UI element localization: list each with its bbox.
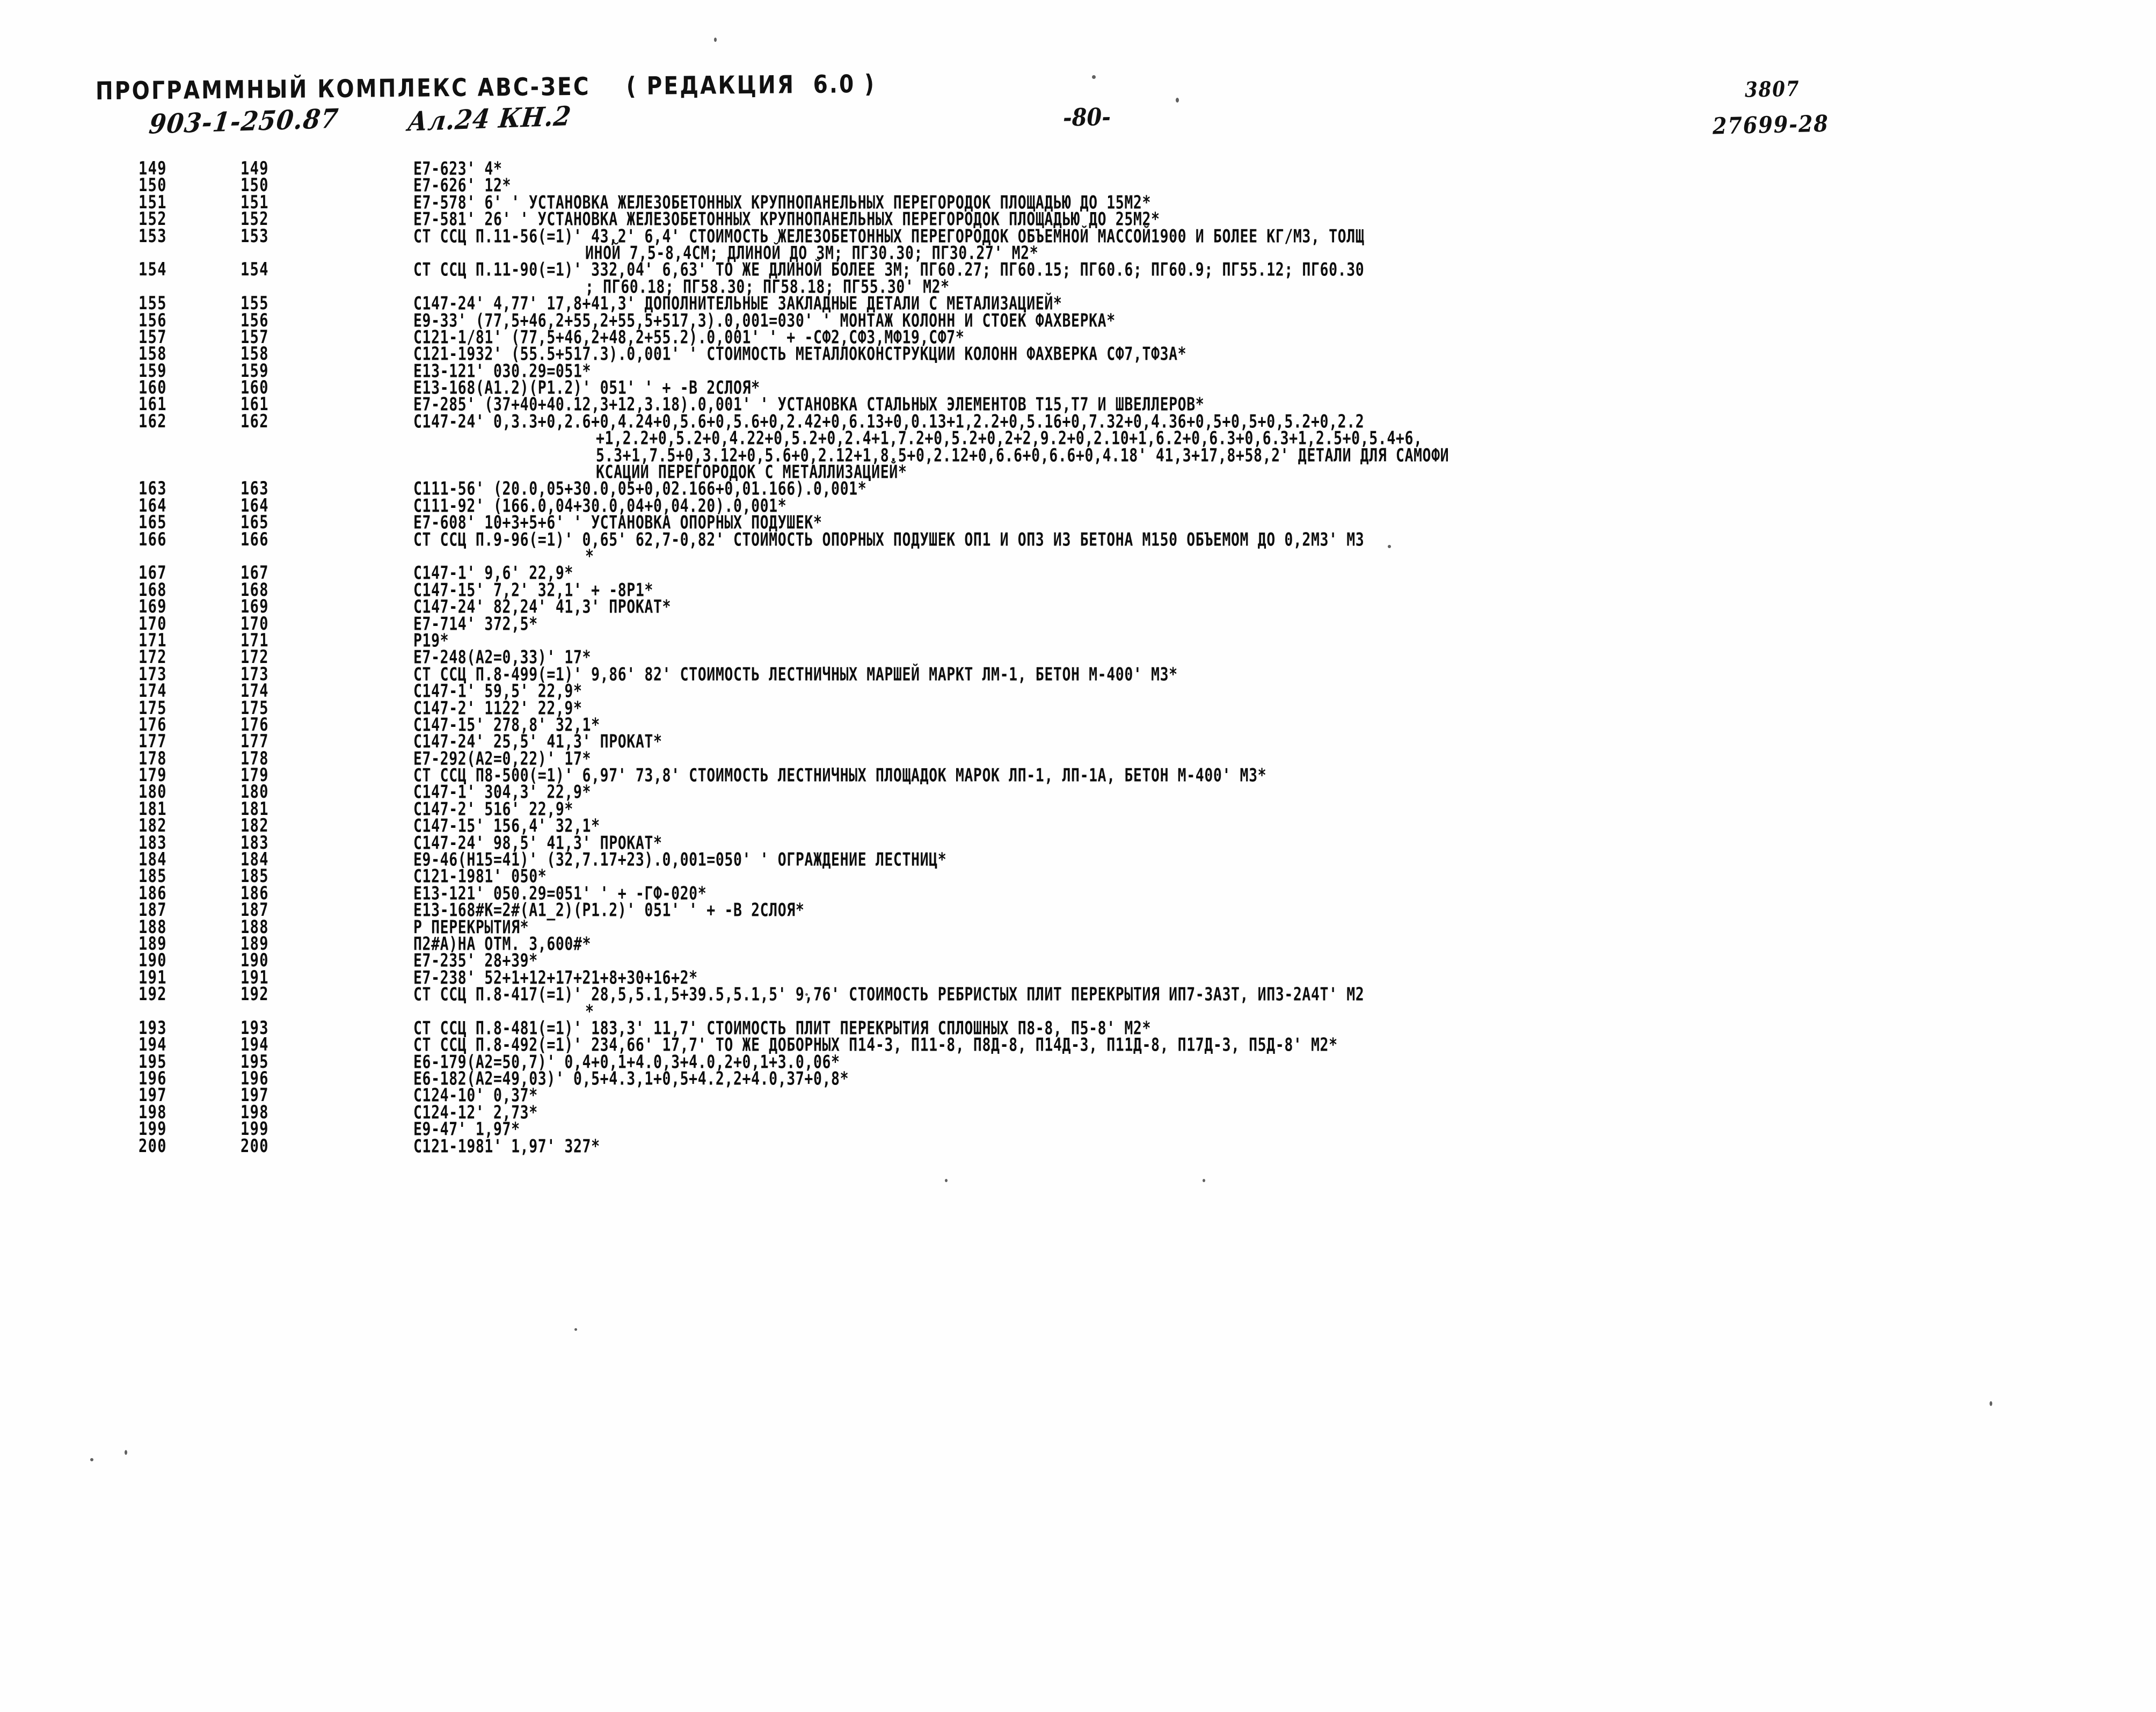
- listing-row: 180 180 C147-1' 304,3' 22,9*: [0, 782, 2156, 803]
- listing-row: 168 168 C147-15' 7,2' 32,1' + -8P1*: [0, 580, 2156, 601]
- project-code-handwritten: 903-1-250.87: [147, 103, 341, 140]
- listing-row: 187 187 E13-168#K=2#(A1_2)(P1.2)' 051' ' +…: [0, 900, 2156, 921]
- listing-row: 189 189 П2#А)НА ОТМ. 3,600#*: [0, 934, 2156, 955]
- listing-row: 155 155 C147-24' 4,77' 17,8+41,3' ДОПОЛНИТ…: [0, 293, 2156, 314]
- listing-row: 158 158 C121-1932' (55.5+517.3).0,001' ' С…: [0, 344, 2156, 365]
- listing-row: 170 170 E7-714' 372,5*: [0, 614, 2156, 635]
- scan-speck: [945, 1179, 948, 1182]
- page-number: -80-: [1062, 103, 1111, 132]
- scan-speck: [125, 1450, 127, 1455]
- listing-row: 186 186 E13-121' 050.29=051' ' + -ГФ-020*: [0, 883, 2156, 904]
- listing-row: 166 166 СТ ССЦ П.9-96(=1)' 0,65' 62,7-0,82…: [0, 529, 2156, 550]
- scan-speck: [1203, 1179, 1205, 1182]
- listing-row: 192 192 СТ ССЦ П.8-417(=1)' 28,5,5.1,5+39.…: [0, 984, 2156, 1005]
- scan-speck: [1092, 75, 1096, 79]
- listing-row: 173 173 СТ ССЦ П.8-499(=1)' 9,86' 82' СТОИ…: [0, 664, 2156, 685]
- listing-row: 195 195 E6-179(A2=50,7)' 0,4+0,1+4.0,3+4.0…: [0, 1052, 2156, 1073]
- line-number-left: 200: [139, 1135, 167, 1157]
- listing-row: 164 164 C111-92' (166.0,04+30.0,04+0,04.20…: [0, 496, 2156, 516]
- listing-row: 184 184 E9-46(H15=41)' (32,7.17+23).0,001=…: [0, 849, 2156, 870]
- listing-row: 200 200 C121-1981' 1,97' 327*: [0, 1136, 2156, 1157]
- listing-row: 178 178 E7-292(A2=0,22)' 17*: [0, 748, 2156, 769]
- listing-row: 165 165 E7-608' 10+3+5+6' ' УСТАНОВКА ОПОР…: [0, 512, 2156, 533]
- listing-row: 153 153 СТ ССЦ П.11-56(=1)' 43,2' 6,4' СТО…: [0, 226, 2156, 247]
- album-label-handwritten: Ал.24 КН.2: [406, 100, 573, 137]
- scan-speck: [714, 38, 717, 42]
- listing-row: 199 199 E9-47' 1,97*: [0, 1119, 2156, 1140]
- listing-row: 161 161 E7-285' (37+40+40.12,3+12,3.18).0,…: [0, 394, 2156, 415]
- listing-row: 150 150 E7-626' 12*: [0, 175, 2156, 196]
- listing-row: 151 151 E7-578' 6' ' УСТАНОВКА ЖЕЛЕЗОБЕТОН…: [0, 192, 2156, 213]
- archive-stamp-bottom: 27699-28: [1712, 110, 1830, 140]
- listing-row: 5.3+1,7.5+0,3.12+0,5.6+0,2.12+1,8.5+0,2.…: [0, 445, 2156, 466]
- listing-row: 167 167 C147-1' 9,6' 22,9*: [0, 563, 2156, 584]
- listing-row: 156 156 E9-33' (77,5+46,2+55,2+55,5+517,3)…: [0, 310, 2156, 331]
- scanned-page: ПРОГРАММНЫЙ КОМПЛЕКС АВС-ЗЕС ( РЕДАКЦИЯ …: [0, 0, 2156, 1712]
- listing-row: *: [0, 546, 2156, 567]
- archive-stamp-top: 3807: [1744, 76, 1800, 103]
- listing-row: 169 169 C147-24' 82,24' 41,3' ПРОКАТ*: [0, 596, 2156, 617]
- listing-row: 162 162 C147-24' 0,3.3+0,2.6+0,4.24+0,5.6+…: [0, 411, 2156, 432]
- scan-speck: [805, 993, 808, 996]
- listing-row: 190 190 E7-235' 28+39*: [0, 950, 2156, 971]
- listing-row: 154 154 СТ ССЦ П.11-90(=1)' 332,04' 6,63' …: [0, 259, 2156, 280]
- listing-row: 198 198 C124-12' 2,73*: [0, 1102, 2156, 1123]
- listing-row: 159 159 E13-121' 030.29=051*: [0, 361, 2156, 382]
- listing-row: 196 196 E6-182(A2=49,03)' 0,5+4.3,1+0,5+4.…: [0, 1068, 2156, 1089]
- listing-row: ; ПГ60.18; ПГ58.30; ПГ58.18; ПГ55.30' М2…: [0, 276, 2156, 297]
- line-number-right: 200: [241, 1135, 269, 1157]
- listing-row: 160 160 E13-168(A1.2)(P1.2)' 051' ' + -В 2…: [0, 377, 2156, 398]
- scan-speck: [1388, 545, 1391, 548]
- listing-row: +1,2.2+0,5.2+0,4.22+0,5.2+0,2.4+1,7.2+0,…: [0, 428, 2156, 449]
- listing-row: 185 185 C121-1981' 050*: [0, 866, 2156, 887]
- listing-row: 163 163 C111-56' (20.0,05+30.0,05+0,02.166…: [0, 478, 2156, 499]
- scan-speck: [90, 1458, 93, 1461]
- listing-row: 171 171 P19*: [0, 630, 2156, 651]
- listing-row: 175 175 C147-2' 1122' 22,9*: [0, 698, 2156, 719]
- listing-row: *: [0, 1001, 2156, 1022]
- listing-row: 181 181 C147-2' 516' 22,9*: [0, 799, 2156, 820]
- listing-row: 157 157 C121-1/81' (77,5+46,2+48,2+55.2).0…: [0, 327, 2156, 348]
- program-listing: 149 149 E7-623' 4* 150 150 E7-626' 12* 151 151 E…: [0, 158, 2156, 1157]
- listing-row: 176 176 C147-15' 278,8' 32,1*: [0, 715, 2156, 735]
- listing-row: 197 197 C124-10' 0,37*: [0, 1085, 2156, 1106]
- listing-row: 172 172 E7-248(A2=0,33)' 17*: [0, 647, 2156, 668]
- listing-row: 191 191 E7-238' 52+1+12+17+21+8+30+16+2*: [0, 967, 2156, 988]
- listing-row: 194 194 СТ ССЦ П.8-492(=1)' 234,66' 17,7' …: [0, 1035, 2156, 1055]
- scan-speck: [574, 1328, 577, 1331]
- listing-row: КСАЦИИ ПЕРЕГОРОДОК С МЕТАЛЛИЗАЦИЕЙ*: [0, 462, 2156, 483]
- listing-row: 182 182 C147-15' 156,4' 32,1*: [0, 815, 2156, 836]
- listing-row: 188 188 P ПЕРЕКРЫТИЯ*: [0, 917, 2156, 938]
- listing-row: 152 152 E7-581' 26' ' УСТАНОВКА ЖЕЛЕЗОБЕТО…: [0, 209, 2156, 230]
- listing-row: 174 174 C147-1' 59,5' 22,9*: [0, 681, 2156, 702]
- scan-speck: [1990, 1401, 1992, 1406]
- program-complex-header: ПРОГРАММНЫЙ КОМПЛЕКС АВС-ЗЕС ( РЕДАКЦИЯ …: [95, 70, 876, 106]
- listing-row: 183 183 C147-24' 98,5' 41,3' ПРОКАТ*: [0, 833, 2156, 854]
- scan-speck: [1176, 98, 1179, 103]
- listing-row: 149 149 E7-623' 4*: [0, 158, 2156, 179]
- listing-row: 193 193 СТ ССЦ П.8-481(=1)' 183,3' 11,7' С…: [0, 1018, 2156, 1039]
- listing-row: ИНОЙ 7,5-8,4СМ; ДЛИНОЙ ДО 3М; ПГ30.30; П…: [0, 243, 2156, 264]
- listing-row: 179 179 СТ ССЦ П8-500(=1)' 6,97' 73,8' СТО…: [0, 765, 2156, 786]
- listing-row: 177 177 C147-24' 25,5' 41,3' ПРОКАТ*: [0, 731, 2156, 752]
- listing-row-text: C121-1981' 1,97' 327*: [413, 1135, 600, 1157]
